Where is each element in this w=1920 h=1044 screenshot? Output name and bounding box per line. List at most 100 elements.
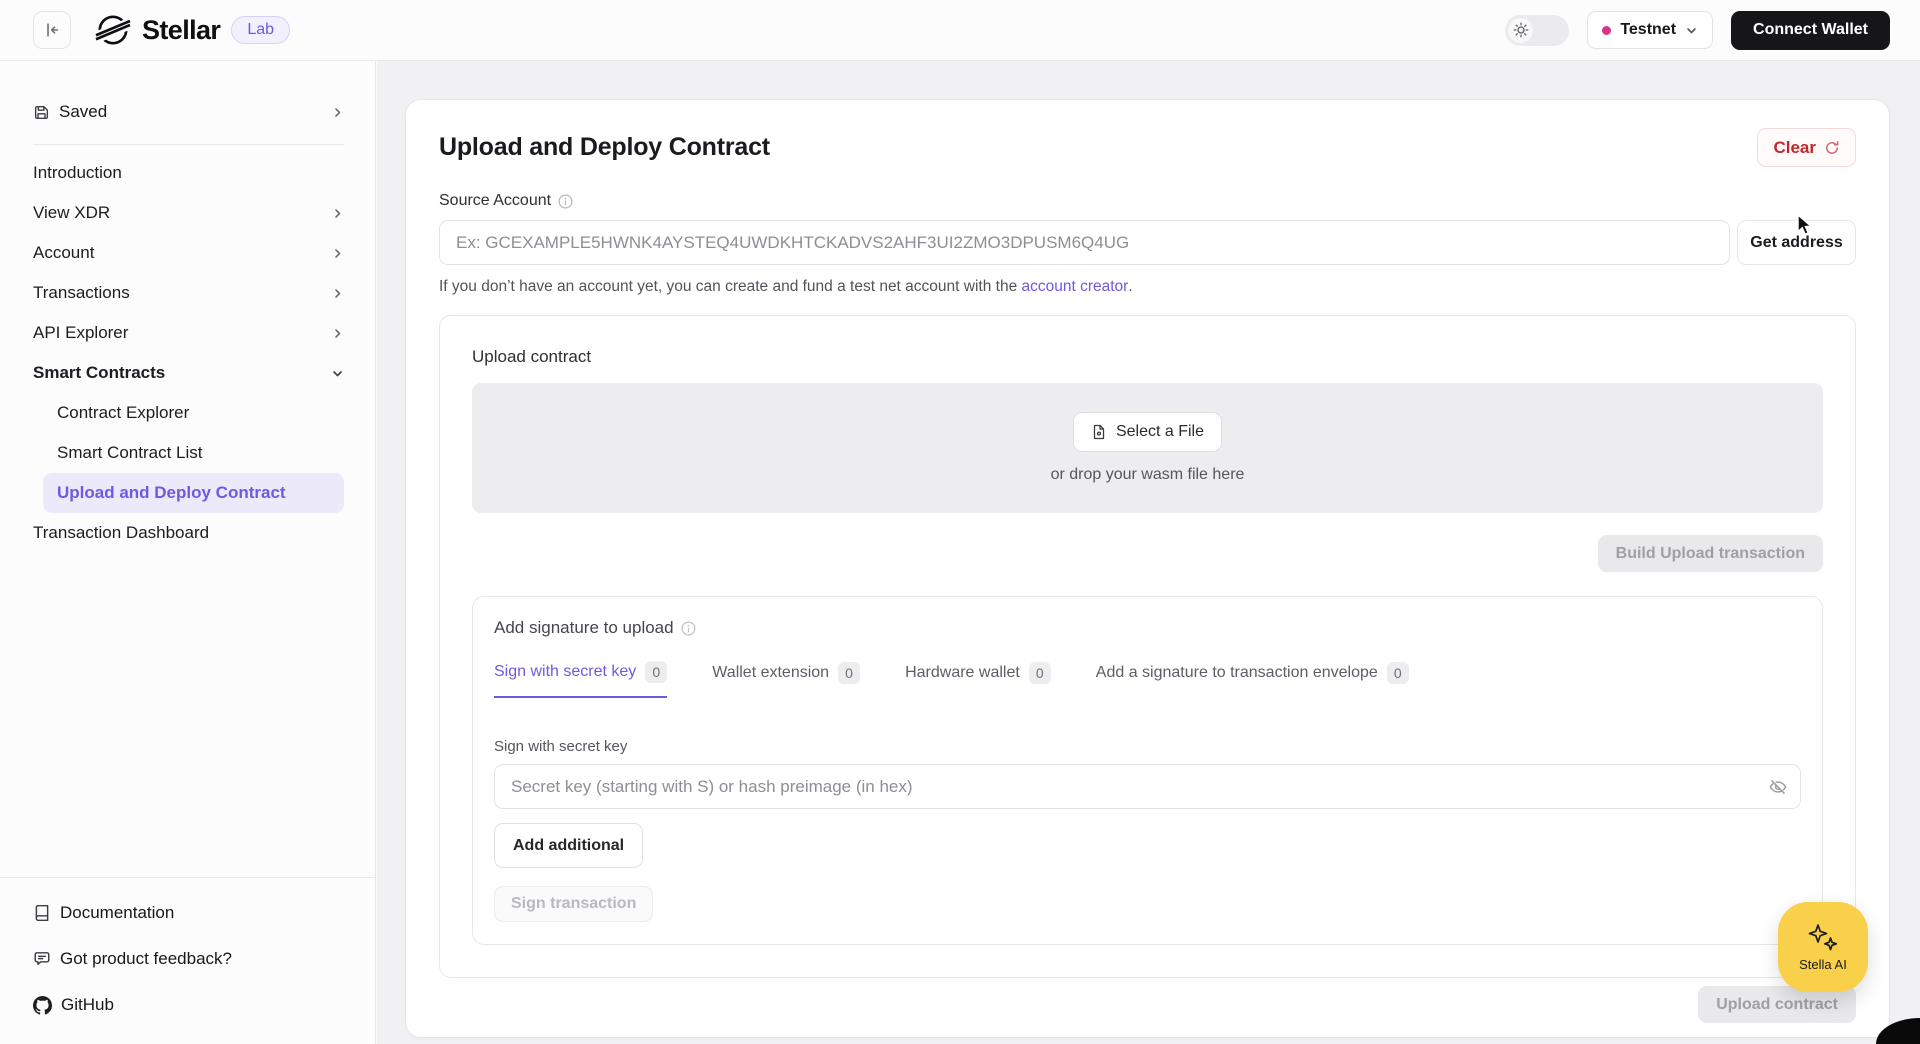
sidebar-item-label: Account — [33, 243, 95, 262]
helper-suffix: . — [1128, 278, 1133, 295]
sidebar-item-label: Got product feedback? — [60, 949, 233, 968]
account-creator-link[interactable]: account creator — [1022, 278, 1129, 295]
brand-logo[interactable]: Stellar Lab — [95, 12, 291, 48]
page-title: Upload and Deploy Contract — [439, 133, 770, 161]
github-icon — [33, 995, 52, 1015]
sidebar-item-label: Saved — [59, 102, 108, 121]
sidebar-item-label: Introduction — [33, 163, 122, 182]
theme-toggle-knob — [1508, 17, 1534, 43]
add-signature-section: Add signature to upload Sign with secret… — [472, 596, 1823, 945]
sidebar-item-github[interactable]: GitHub — [33, 982, 342, 1028]
chevron-right-icon — [331, 106, 344, 119]
info-icon — [681, 620, 696, 636]
tab-label: Sign with secret key — [494, 663, 637, 680]
header-actions: Testnet Connect Wallet — [1505, 10, 1890, 50]
drop-hint-text: or drop your wasm file here — [1050, 466, 1245, 483]
eye-off-icon — [1769, 778, 1787, 796]
tab-label: Wallet extension — [712, 664, 830, 681]
tab-add-signature-envelope[interactable]: Add a signature to transaction envelope … — [1096, 661, 1409, 698]
sidebar-item-documentation[interactable]: Documentation — [33, 890, 342, 936]
sidebar-item-label: Transactions — [33, 283, 130, 302]
add-additional-button[interactable]: Add additional — [494, 823, 644, 868]
sidebar: Saved Introduction View XDR Account Tran… — [0, 61, 376, 1044]
sidebar-item-feedback[interactable]: Got product feedback? — [33, 936, 342, 982]
save-floppy-icon — [33, 104, 50, 121]
sidebar-item-contract-explorer[interactable]: Contract Explorer — [43, 393, 344, 433]
stellar-logo-icon — [95, 12, 131, 48]
upload-deploy-card: Upload and Deploy Contract Clear Source … — [405, 99, 1890, 1038]
secret-key-input[interactable] — [494, 764, 1801, 809]
sidebar-item-label: Transaction Dashboard — [33, 523, 210, 542]
tab-count-badge: 0 — [838, 662, 861, 684]
connect-wallet-button[interactable]: Connect Wallet — [1731, 10, 1890, 50]
sidebar-item-upload-and-deploy-contract[interactable]: Upload and Deploy Contract — [43, 473, 344, 513]
tab-count-badge: 0 — [1386, 662, 1409, 684]
sidebar-item-label: Smart Contract List — [57, 443, 203, 462]
clear-button[interactable]: Clear — [1757, 128, 1856, 167]
file-icon — [1091, 424, 1107, 440]
info-icon — [558, 193, 573, 209]
signature-tabs: Sign with secret key 0 Wallet extension … — [494, 661, 1801, 698]
network-selector[interactable]: Testnet — [1587, 11, 1714, 49]
sidebar-item-introduction[interactable]: Introduction — [0, 153, 375, 193]
upload-contract-label: Upload contract — [472, 347, 592, 366]
sparkles-icon — [1804, 922, 1842, 954]
sidebar-item-view-xdr[interactable]: View XDR — [0, 193, 375, 233]
tab-wallet-extension[interactable]: Wallet extension 0 — [712, 661, 861, 698]
sidebar-item-account[interactable]: Account — [0, 233, 375, 273]
sidebar-item-smart-contract-list[interactable]: Smart Contract List — [43, 433, 344, 473]
lab-badge: Lab — [231, 16, 291, 44]
tab-count-badge: 0 — [645, 661, 668, 683]
tab-hardware-wallet[interactable]: Hardware wallet 0 — [905, 661, 1051, 698]
theme-toggle[interactable] — [1505, 14, 1570, 46]
feedback-bubble-icon — [33, 950, 51, 968]
collapse-panel-icon — [43, 21, 61, 39]
sidebar-item-label: Documentation — [60, 903, 175, 922]
brand-wordmark: Stellar — [142, 14, 221, 45]
chevron-down-icon — [1685, 24, 1698, 37]
get-address-button[interactable]: Get address — [1737, 220, 1856, 265]
sidebar-item-transactions[interactable]: Transactions — [0, 273, 375, 313]
sidebar-item-label: Upload and Deploy Contract — [57, 483, 286, 502]
sidebar-item-label: API Explorer — [33, 323, 129, 342]
sidebar-item-label: View XDR — [33, 203, 111, 222]
source-account-input[interactable] — [439, 220, 1730, 265]
wasm-dropzone[interactable]: Select a File or drop your wasm file her… — [472, 383, 1823, 513]
chevron-right-icon — [331, 247, 344, 260]
source-account-label: Source Account — [439, 192, 552, 209]
sun-icon — [1513, 22, 1529, 38]
sidebar-item-api-explorer[interactable]: API Explorer — [0, 313, 375, 353]
sidebar-item-smart-contracts[interactable]: Smart Contracts — [0, 353, 375, 393]
sidebar-footer: Documentation Got product feedback? GitH… — [0, 877, 375, 1044]
sidebar-divider — [33, 144, 344, 145]
sidebar-item-label: GitHub — [61, 995, 114, 1014]
tab-label: Hardware wallet — [905, 664, 1020, 681]
sidebar-item-transaction-dashboard[interactable]: Transaction Dashboard — [0, 513, 375, 553]
sidebar-collapse-button[interactable] — [33, 11, 71, 49]
secret-key-label: Sign with secret key — [494, 738, 628, 755]
book-icon — [33, 904, 51, 922]
sidebar-item-saved[interactable]: Saved — [33, 94, 344, 130]
network-label: Testnet — [1620, 21, 1677, 38]
helper-prefix: If you don’t have an account yet, you ca… — [439, 278, 1022, 295]
sidebar-item-label: Smart Contracts — [33, 363, 166, 382]
chevron-right-icon — [331, 287, 344, 300]
tab-count-badge: 0 — [1028, 662, 1051, 684]
network-status-dot — [1602, 25, 1612, 35]
tab-sign-with-secret-key[interactable]: Sign with secret key 0 — [494, 661, 668, 698]
upload-contract-section: Upload contract Select a File or drop yo… — [439, 315, 1856, 978]
select-file-button[interactable]: Select a File — [1072, 412, 1223, 452]
clear-button-label: Clear — [1773, 137, 1816, 157]
chevron-down-icon — [331, 367, 344, 380]
refresh-icon — [1824, 140, 1840, 156]
sidebar-item-label: Contract Explorer — [57, 403, 190, 422]
chevron-right-icon — [331, 327, 344, 340]
main-content-area: Upload and Deploy Contract Clear Source … — [377, 61, 1920, 1044]
sign-transaction-button[interactable]: Sign transaction — [494, 886, 654, 922]
top-header: Stellar Lab Testnet Connect Wallet — [0, 0, 1920, 61]
tab-label: Add a signature to transaction envelope — [1095, 664, 1378, 681]
build-upload-transaction-button[interactable]: Build Upload transaction — [1597, 535, 1823, 572]
toggle-visibility-button[interactable] — [1769, 778, 1787, 796]
source-account-helper-text: If you don’t have an account yet, you ca… — [439, 278, 1856, 296]
stella-ai-button[interactable]: Stella AI — [1778, 902, 1868, 992]
